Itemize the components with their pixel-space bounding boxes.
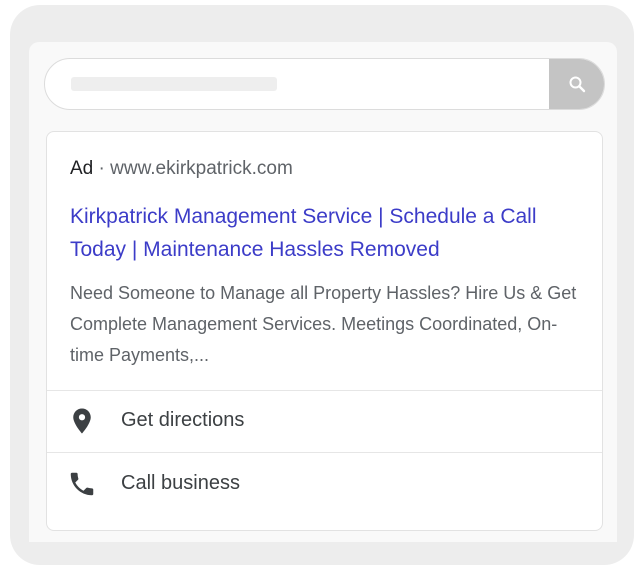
search-icon — [569, 76, 586, 93]
location-pin-icon — [73, 408, 91, 434]
ad-url[interactable]: www.ekirkpatrick.com — [110, 158, 293, 179]
call-business-button[interactable]: Call business — [47, 454, 602, 514]
ad-label: Ad — [70, 158, 94, 179]
ad-title-link[interactable]: Kirkpatrick Management Service | Schedul… — [70, 200, 580, 266]
ad-description: Need Someone to Manage all Property Hass… — [70, 283, 577, 365]
phone-icon — [70, 472, 94, 496]
search-bar[interactable] — [44, 58, 605, 110]
get-directions-label: Get directions — [121, 409, 245, 431]
ad-card[interactable]: Ad · www.ekirkpatrick.com Kirkpatrick Ma… — [46, 131, 603, 531]
get-directions-button[interactable]: Get directions — [47, 391, 602, 451]
search-input[interactable] — [71, 77, 277, 91]
ad-separator: · — [93, 158, 111, 179]
divider — [47, 452, 602, 453]
call-business-label: Call business — [121, 472, 240, 494]
search-button[interactable] — [549, 59, 604, 109]
ad-header: Ad · www.ekirkpatrick.com — [70, 158, 293, 180]
